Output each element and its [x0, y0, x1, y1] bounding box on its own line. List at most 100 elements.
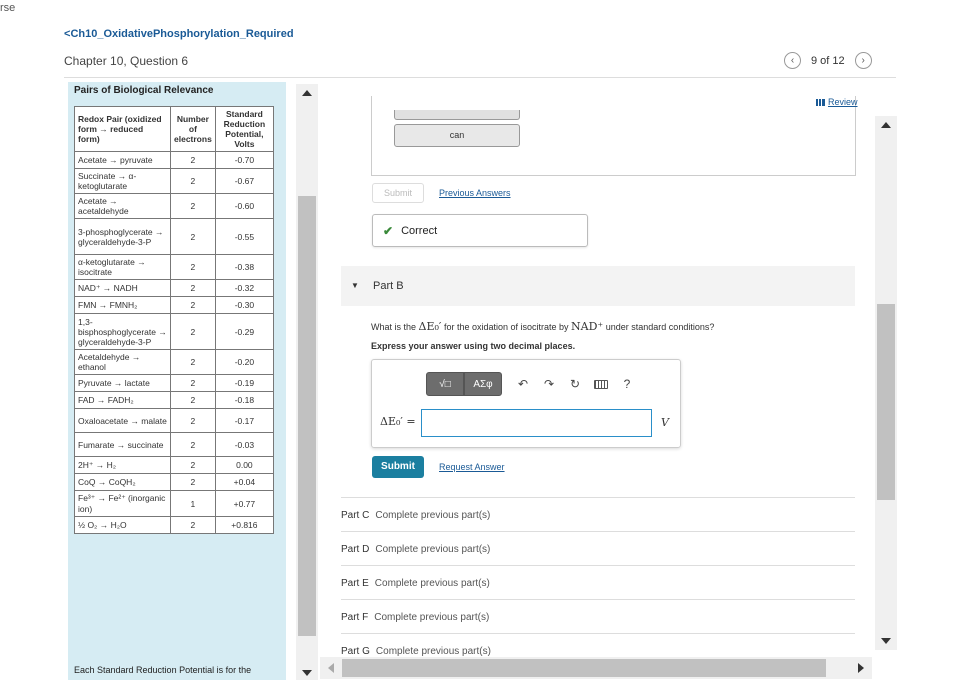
redox-row: Acetaldehyde → ethanol 2 -0.20	[74, 349, 275, 375]
answer-option-above[interactable]	[394, 110, 520, 120]
part-b-label[interactable]: Part B	[373, 280, 404, 292]
redox-pair-cell: α-ketoglutarate → isocitrate	[74, 254, 171, 280]
question-text-pre: What is the	[371, 322, 417, 332]
potential-cell: -0.19	[214, 374, 275, 392]
keyboard-icon[interactable]	[588, 372, 614, 396]
request-answer-link[interactable]: Request Answer	[439, 462, 505, 472]
part-label: Part G	[341, 646, 370, 657]
previous-answers-link[interactable]: Previous Answers	[439, 188, 511, 198]
question-text-mid: for the oxidation of isocitrate by	[443, 322, 569, 332]
answer-label: ΔE₀′ =	[380, 415, 416, 428]
part-status: Complete previous part(s)	[374, 578, 490, 589]
correct-feedback: ✔ Correct	[372, 214, 588, 247]
potential-cell: +0.77	[214, 490, 275, 517]
prev-question-button[interactable]: ‹	[784, 52, 801, 69]
electrons-cell: 2	[170, 473, 216, 491]
review-label[interactable]: Review	[828, 97, 858, 107]
part-label: Part C	[341, 510, 370, 521]
potential-cell: -0.67	[214, 168, 275, 194]
next-question-button[interactable]: ›	[854, 52, 872, 69]
electrons-cell: 2	[170, 279, 216, 297]
back-link[interactable]: <Ch10_OxidativePhosphorylation_Required	[64, 28, 294, 40]
electrons-cell: 2	[170, 349, 216, 375]
redox-row: Fe³⁺ → Fe²⁺ (inorganic ion) 1 +0.77	[74, 490, 275, 517]
redox-pair-cell: Acetate → acetaldehyde	[74, 193, 171, 219]
part-b-header[interactable]	[341, 266, 855, 306]
redox-pair-cell: 2H⁺ → H₂	[74, 456, 171, 474]
electrons-cell: 2	[170, 408, 216, 433]
redox-row: 1,3-bisphosphoglycerate → glyceraldehyde…	[74, 313, 275, 350]
pager: ‹ 9 of 12 ›	[784, 52, 872, 69]
part-row-g[interactable]: Part G Complete previous part(s)	[341, 633, 855, 657]
answer-input[interactable]	[421, 409, 652, 437]
potential-cell: -0.17	[214, 408, 275, 433]
scroll-up-icon[interactable]	[881, 122, 891, 128]
right-scrollbar[interactable]	[875, 116, 897, 650]
redox-pair-cell: FMN → FMNH₂	[74, 296, 171, 314]
electrons-cell: 2	[170, 193, 216, 219]
left-scroll-thumb[interactable]	[298, 196, 316, 636]
scroll-down-icon[interactable]	[881, 638, 891, 644]
part-b-question: What is the ΔE₀′ for the oxidation of is…	[371, 320, 714, 333]
left-scrollbar[interactable]	[296, 84, 318, 680]
potential-cell: -0.30	[214, 296, 275, 314]
electrons-cell: 1	[170, 490, 216, 517]
question-symbol: ΔE₀′	[418, 320, 442, 333]
part-row-e[interactable]: Part E Complete previous part(s)	[341, 565, 855, 599]
header-divider	[64, 77, 896, 78]
redox-row: α-ketoglutarate → isocitrate 2 -0.38	[74, 254, 275, 280]
templates-button[interactable]: √□	[426, 372, 464, 396]
answer-option-can[interactable]: can	[394, 124, 520, 147]
part-row-c[interactable]: Part C Complete previous part(s)	[341, 497, 855, 531]
redox-row: 2H⁺ → H₂ 2 0.00	[74, 456, 275, 474]
scroll-left-icon[interactable]	[328, 663, 334, 673]
redox-row: Acetate → acetaldehyde 2 -0.60	[74, 193, 275, 219]
redox-row: Acetate → pyruvate 2 -0.70	[74, 151, 275, 169]
back-link-label[interactable]: Ch10_OxidativePhosphorylation_Required	[70, 28, 293, 40]
redox-row: ½ O₂ → H₂O 2 +0.816	[74, 516, 275, 534]
electrons-cell: 2	[170, 151, 216, 169]
part-status: Complete previous part(s)	[375, 544, 491, 555]
scroll-right-icon[interactable]	[858, 663, 864, 673]
corner-text: rse	[0, 2, 16, 14]
part-row-d[interactable]: Part D Complete previous part(s)	[341, 531, 855, 565]
chapter-title: Chapter 10, Question 6	[64, 54, 189, 68]
part-status: Complete previous part(s)	[374, 612, 490, 623]
undo-icon[interactable]: ↶	[510, 372, 536, 396]
symbols-button[interactable]: ΑΣφ	[464, 372, 502, 396]
redox-pair-cell: NAD⁺ → NADH	[74, 279, 171, 297]
review-icon	[816, 99, 825, 107]
potential-cell: -0.20	[214, 349, 275, 375]
part-label: Part D	[341, 544, 370, 555]
redox-row: FAD → FADH₂ 2 -0.18	[74, 391, 275, 409]
review-link[interactable]: Review	[816, 97, 858, 107]
electrons-cell: 2	[170, 218, 216, 255]
reset-icon[interactable]: ↻	[562, 372, 588, 396]
collapse-caret-icon[interactable]: ▼	[351, 281, 359, 290]
submit-button[interactable]: Submit	[372, 456, 424, 478]
part-status: Complete previous part(s)	[375, 510, 491, 521]
question-nad: NAD⁺	[571, 320, 604, 333]
scroll-down-icon[interactable]	[302, 670, 312, 676]
electrons-cell: 2	[170, 296, 216, 314]
part-row-f[interactable]: Part F Complete previous part(s)	[341, 599, 855, 633]
potential-cell: -0.38	[214, 254, 275, 280]
help-icon[interactable]: ?	[614, 372, 640, 396]
potential-cell: 0.00	[214, 456, 275, 474]
right-scroll-thumb[interactable]	[877, 304, 895, 500]
redo-icon[interactable]: ↷	[536, 372, 562, 396]
horizontal-scroll-thumb[interactable]	[342, 659, 826, 677]
redox-row: FMN → FMNH₂ 2 -0.30	[74, 296, 275, 314]
electrons-cell: 2	[170, 168, 216, 194]
electrons-cell: 2	[170, 391, 216, 409]
potential-cell: -0.55	[214, 218, 275, 255]
potential-cell: -0.70	[214, 151, 275, 169]
scroll-up-icon[interactable]	[302, 90, 312, 96]
redox-row: Succinate → α-ketoglutarate 2 -0.67	[74, 168, 275, 194]
panel-title: Pairs of Biological Relevance	[74, 85, 214, 96]
redox-pair-cell: Pyruvate → lactate	[74, 374, 171, 392]
pager-text: 9 of 12	[811, 54, 845, 67]
redox-pair-cell: Oxaloacetate → malate	[74, 408, 171, 433]
horizontal-scrollbar[interactable]	[320, 657, 872, 679]
correct-label: Correct	[401, 224, 438, 237]
